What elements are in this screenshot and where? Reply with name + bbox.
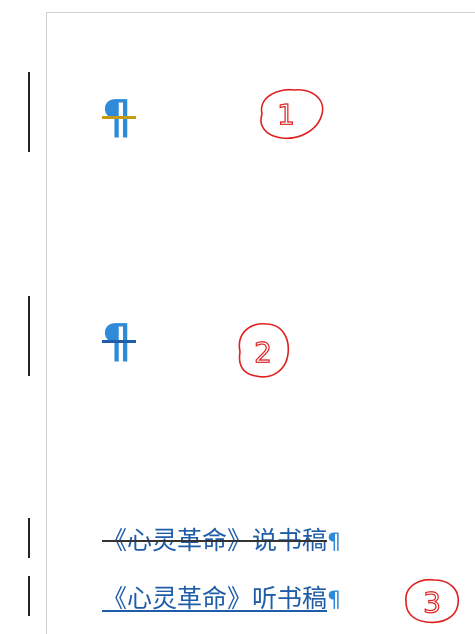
change-bar [28,576,30,616]
page-border-left [46,12,47,634]
change-bar [28,518,30,558]
inserted-text[interactable]: 《心灵革命》听书稿 [102,584,327,613]
change-bar [28,296,30,376]
paragraph-mark-icon: ¶ [327,588,342,613]
annotation-label-3: 3 [423,586,441,619]
revision-marker-2 [102,340,136,343]
annotation-circle-3: 3 [405,578,459,624]
revision-marker-1 [102,116,136,119]
annotation-label-2: 2 [254,336,272,369]
deleted-text[interactable]: 《心灵革命》说书稿 [102,526,327,555]
annotation-circle-2: 2 [238,323,290,378]
inserted-line[interactable]: 《心灵革命》听书稿¶ [102,584,341,616]
annotation-label-1: 1 [277,98,295,131]
change-bar [28,72,30,152]
paragraph-mark-icon: ¶ [327,530,342,555]
deleted-line[interactable]: 《心灵革命》说书稿¶ [102,526,341,558]
annotation-circle-1: 1 [260,88,324,139]
page-border-top [46,12,475,13]
